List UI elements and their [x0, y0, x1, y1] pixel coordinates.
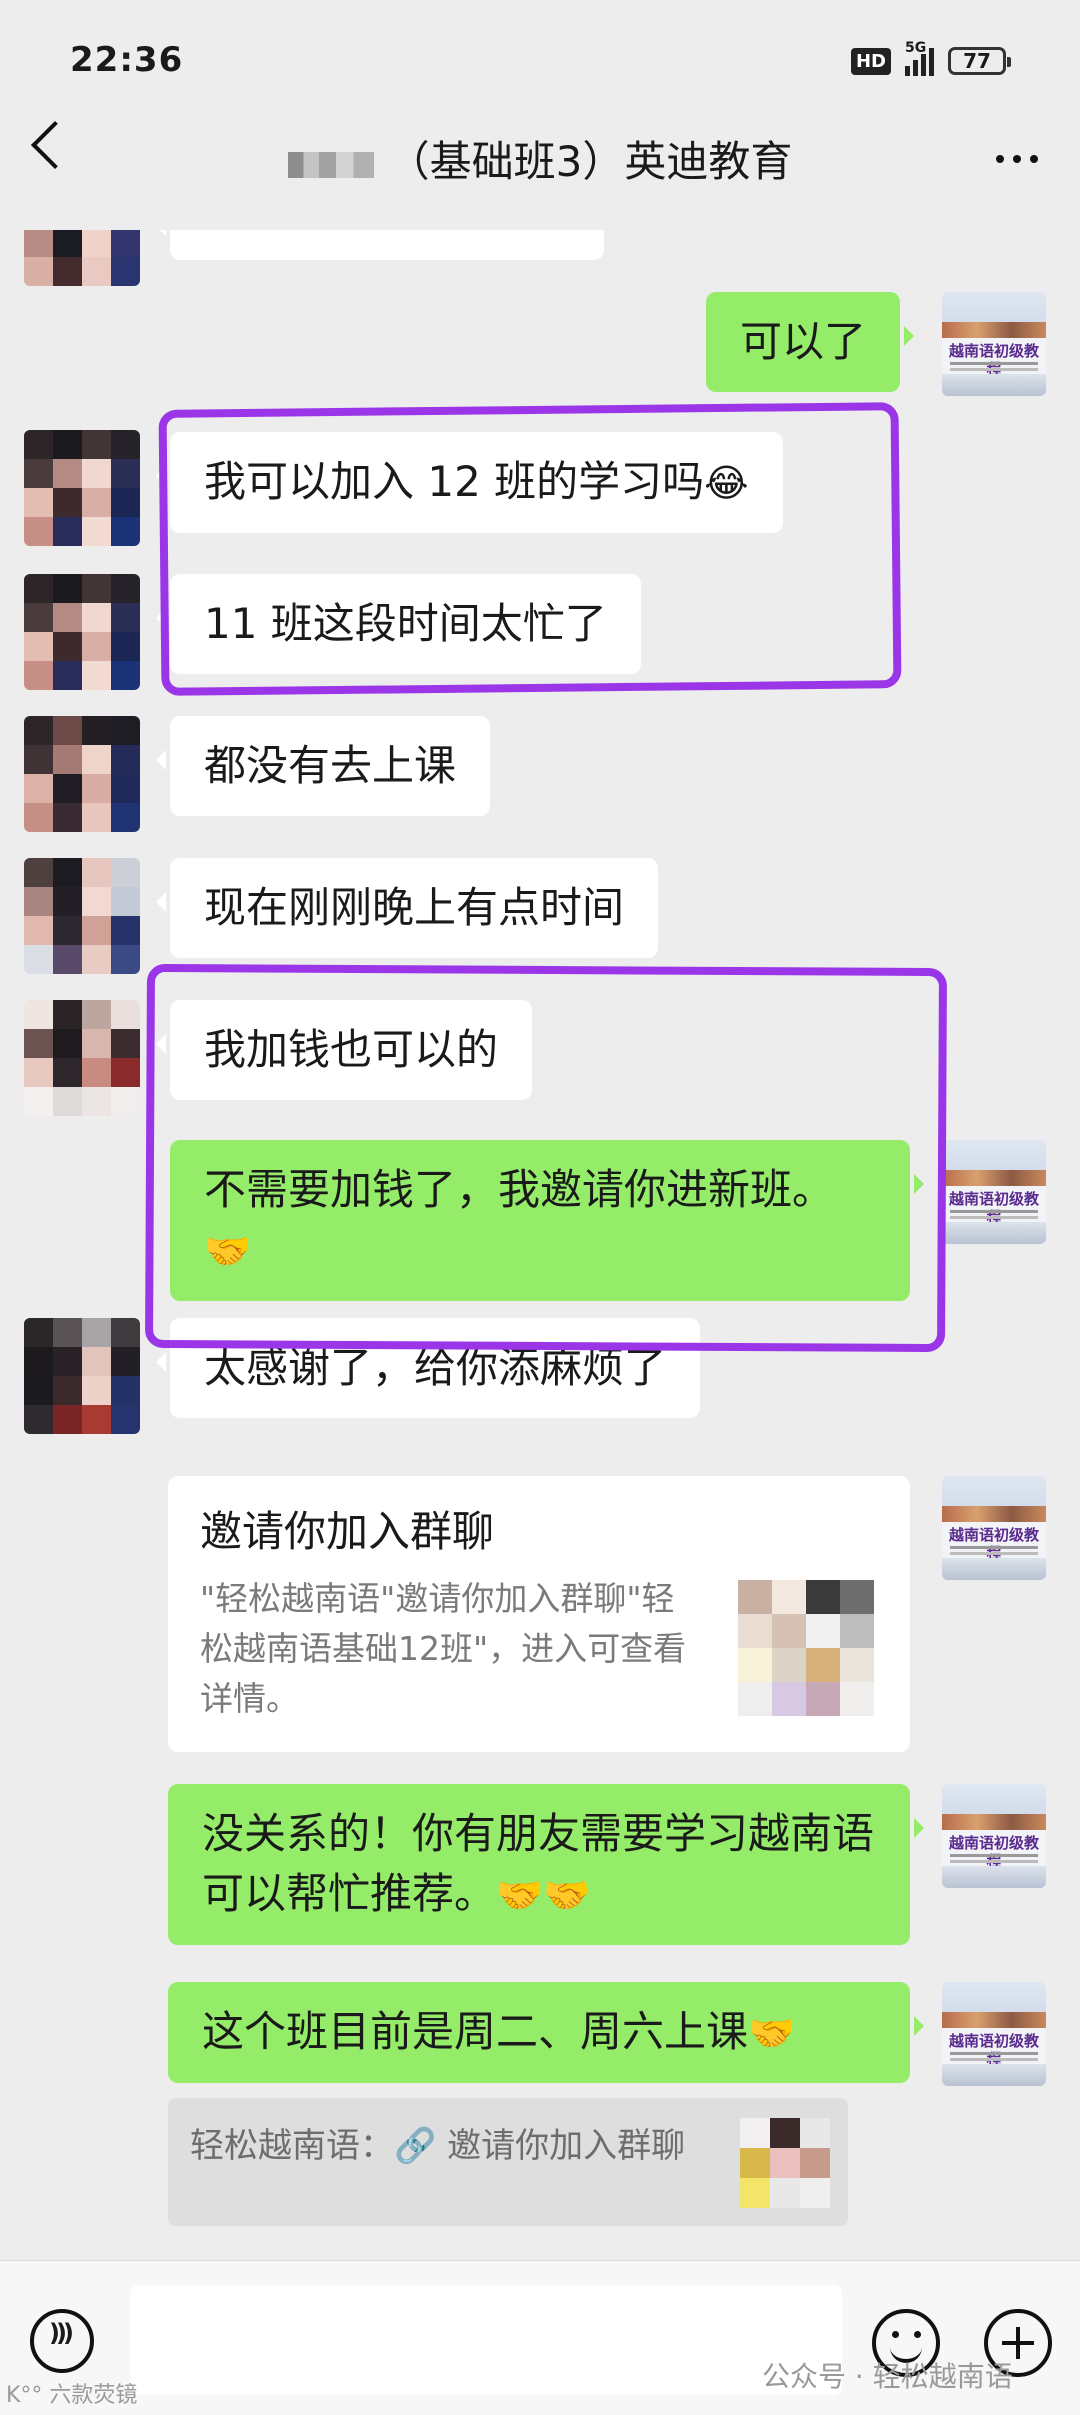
- group-thumbnail: [738, 1580, 874, 1716]
- message-list[interactable]: 可以了 越南语初级教程 我可以加入 12 班的学习吗😂 11 班这段时间太忙了 …: [0, 230, 1080, 2260]
- watermark-left: K°° 六款荧镜: [6, 2383, 138, 2408]
- voice-icon[interactable]: [30, 2309, 94, 2373]
- message-text: 我加钱也可以的: [204, 1025, 499, 1074]
- avatar-title: 越南语初级教程: [948, 1190, 1039, 1226]
- avatar[interactable]: [24, 430, 140, 546]
- avatar-title: 越南语初级教程: [948, 2032, 1039, 2068]
- message-bubble-incoming[interactable]: 11 班这段时间太忙了: [156, 574, 641, 674]
- avatar-title: 越南语初级教程: [948, 1526, 1039, 1562]
- message-text: 这个班目前是周二、周六上课: [202, 2007, 749, 2056]
- avatar-title: 越南语初级教程: [948, 1834, 1039, 1870]
- quoted-text: 轻松越南语：🔗 邀请你加入群聊: [190, 2126, 686, 2166]
- watermark-right: 公众号 · 轻松越南语: [762, 2360, 1013, 2393]
- message-text: 我可以加入 12 班的学习吗: [204, 457, 705, 506]
- handshake-emoji-icon: 🤝🤝: [496, 1873, 591, 1917]
- message-input[interactable]: [130, 2285, 842, 2395]
- message-bubble-incoming[interactable]: 现在刚刚晚上有点时间: [155, 858, 659, 958]
- avatar[interactable]: [24, 574, 140, 690]
- avatar[interactable]: [24, 1318, 140, 1434]
- avatar[interactable]: [24, 716, 140, 832]
- handshake-emoji-icon: 🤝: [748, 2011, 796, 2055]
- message-bubble-incoming[interactable]: 都没有去上课: [155, 716, 491, 816]
- my-avatar[interactable]: 越南语初级教程: [942, 292, 1046, 396]
- my-avatar[interactable]: 越南语初级教程: [942, 1140, 1046, 1244]
- message-bubble-incoming[interactable]: 太感谢了，给你添麻烦了: [155, 1318, 701, 1418]
- group-invite-card[interactable]: 邀请你加入群聊 "轻松越南语"邀请你加入群聊"轻松越南语基础12班"，进入可查看…: [168, 1476, 910, 1752]
- hd-icon: HD: [850, 47, 891, 75]
- message-bubble-incoming[interactable]: 我加钱也可以的: [155, 1000, 533, 1100]
- chat-title: （基础班3）英迪教育: [387, 137, 793, 186]
- input-bar: K°° 六款荧镜 公众号 · 轻松越南语: [0, 2260, 1080, 2415]
- message-text: 太感谢了，给你添麻烦了: [204, 1343, 667, 1392]
- chat-title-wrap: （基础班3）英迪教育: [0, 128, 1080, 189]
- message-text: 现在刚刚晚上有点时间: [204, 883, 625, 932]
- message-text: 不需要加钱了，我邀请你进新班。: [204, 1165, 835, 1214]
- more-icon[interactable]: [996, 155, 1038, 163]
- quoted-message[interactable]: 轻松越南语：🔗 邀请你加入群聊: [168, 2098, 848, 2226]
- signal-icon: 5G: [905, 40, 934, 76]
- message-bubble-outgoing[interactable]: 不需要加钱了，我邀请你进新班。 🤝: [170, 1140, 924, 1301]
- invite-card-description: "轻松越南语"邀请你加入群聊"轻松越南语基础12班"，进入可查看详情。: [200, 1579, 687, 1718]
- my-avatar[interactable]: 越南语初级教程: [942, 1982, 1046, 2086]
- avatar-title: 越南语初级教程: [948, 342, 1039, 378]
- invite-card-title: 邀请你加入群聊: [200, 1507, 495, 1556]
- battery-icon: 77: [948, 47, 1011, 75]
- network-type: 5G: [905, 40, 927, 56]
- status-bar: 22:36 HD 5G 77: [0, 0, 1080, 120]
- message-text: 可以了: [740, 317, 867, 366]
- message-text: 11 班这段时间太忙了: [204, 599, 607, 648]
- status-time: 22:36: [70, 40, 184, 80]
- my-avatar[interactable]: 越南语初级教程: [942, 1784, 1046, 1888]
- my-avatar[interactable]: 越南语初级教程: [942, 1476, 1046, 1580]
- message-bubble-outgoing[interactable]: 可以了: [706, 292, 915, 392]
- blurred-name: [287, 151, 374, 178]
- handshake-emoji-icon: 🤝: [204, 1229, 252, 1273]
- message-bubble-partial[interactable]: [156, 230, 604, 260]
- message-text: 都没有去上课: [204, 741, 457, 790]
- message-bubble-outgoing[interactable]: 这个班目前是周二、周六上课🤝: [168, 1982, 924, 2083]
- avatar[interactable]: [24, 230, 140, 286]
- message-bubble-incoming[interactable]: 我可以加入 12 班的学习吗😂: [156, 432, 783, 533]
- avatar[interactable]: [24, 858, 140, 974]
- status-icons: HD 5G 77: [850, 40, 1011, 76]
- message-bubble-outgoing[interactable]: 没关系的！你有朋友需要学习越南语可以帮忙推荐。🤝🤝: [168, 1784, 924, 1945]
- avatar[interactable]: [24, 1000, 140, 1116]
- quoted-thumbnail: [740, 2118, 830, 2208]
- laugh-emoji-icon: 😂: [704, 461, 749, 505]
